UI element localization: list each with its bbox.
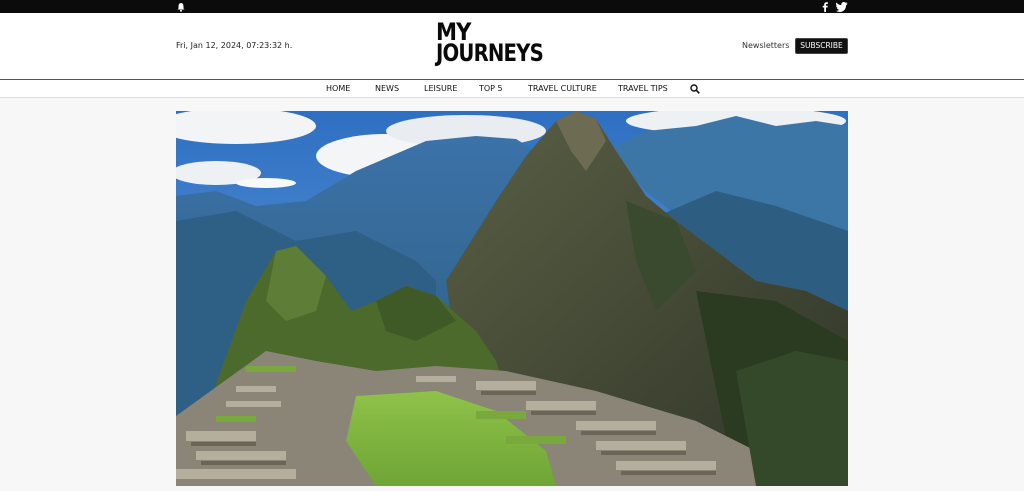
search-icon[interactable] [690,84,700,94]
bell-icon[interactable] [176,2,186,12]
main-navigation: HOME NEWS LEISURE TOP 5 TRAVEL CULTURE T… [0,79,1024,98]
nav-item-news[interactable]: NEWS [375,84,399,93]
machu-picchu-photo [176,111,848,486]
nav-item-top-5[interactable]: TOP 5 [479,84,503,93]
top-bar [0,0,1024,13]
logo-line-2: JOURNEYS [436,39,544,67]
site-logo[interactable]: MY JOURNEYS [436,20,592,70]
nav-item-leisure[interactable]: LEISURE [424,84,457,93]
subscribe-button[interactable]: SUBSCRIBE [795,38,848,54]
current-date: Fri, Jan 12, 2024, 07:23:32 h. [176,41,293,50]
nav-item-travel-culture[interactable]: TRAVEL CULTURE [528,84,597,93]
site-header: Fri, Jan 12, 2024, 07:23:32 h. MY JOURNE… [0,13,1024,79]
hero-image[interactable] [176,111,848,486]
nav-item-home[interactable]: HOME [326,84,350,93]
twitter-icon[interactable] [836,1,848,12]
newsletters-link[interactable]: Newsletters [742,41,789,50]
nav-item-travel-tips[interactable]: TRAVEL TIPS [618,84,668,93]
facebook-icon[interactable] [820,1,830,12]
